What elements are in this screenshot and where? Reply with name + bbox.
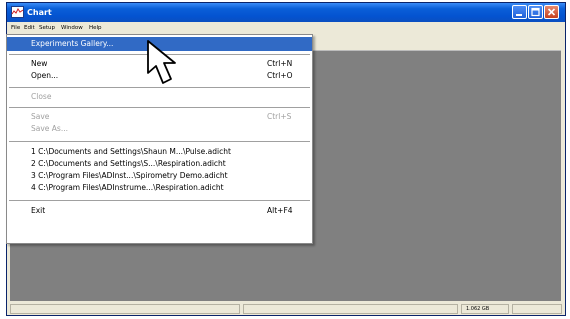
separator xyxy=(9,87,310,88)
menu-window[interactable]: Window xyxy=(61,23,83,33)
recent-file-label: 2 C:\Documents and Settings\S...\Respira… xyxy=(31,159,226,168)
close-label: Close xyxy=(31,92,52,101)
separator xyxy=(9,107,310,108)
separator xyxy=(9,141,310,142)
disk-space-text: 1.062 GB xyxy=(466,306,490,312)
status-pane-middle xyxy=(243,304,458,314)
exit-shortcut: Alt+F4 xyxy=(267,206,293,215)
menu-setup[interactable]: Setup xyxy=(39,23,55,33)
exit-label: Exit xyxy=(31,206,46,215)
mouse-pointer-icon xyxy=(147,40,176,84)
minimize-button[interactable] xyxy=(512,5,527,19)
new-shortcut: Ctrl+N xyxy=(267,59,293,68)
menu-file[interactable]: File xyxy=(11,23,20,33)
save-as-label: Save As... xyxy=(31,124,68,133)
window-title: Chart xyxy=(27,8,52,17)
recent-file-label: 3 C:\Program Files\ADInst...\Spirometry … xyxy=(31,171,228,180)
open-shortcut: Ctrl+O xyxy=(267,71,293,80)
app-icon xyxy=(11,6,24,18)
separator xyxy=(9,200,310,201)
save-label: Save xyxy=(31,112,50,121)
status-pane-main xyxy=(10,304,240,314)
minimize-icon xyxy=(516,14,522,16)
menu-help[interactable]: Help xyxy=(89,23,102,33)
title-bar[interactable]: Chart xyxy=(7,3,565,22)
close-button[interactable] xyxy=(544,5,559,19)
experiments-gallery-label: Experiments Gallery... xyxy=(31,39,114,48)
recent-file-label: 1 C:\Documents and Settings\Shaun M...\P… xyxy=(31,147,231,156)
close-icon xyxy=(547,8,556,16)
new-label: New xyxy=(31,59,48,68)
status-bar: 1.062 GB xyxy=(7,303,565,315)
open-label: Open... xyxy=(31,71,59,80)
status-pane-end xyxy=(512,304,562,314)
menu-edit[interactable]: Edit xyxy=(24,23,35,33)
save-shortcut: Ctrl+S xyxy=(267,112,292,121)
maximize-icon xyxy=(531,7,540,17)
maximize-button[interactable] xyxy=(528,5,543,19)
recent-file-label: 4 C:\Program Files\ADInstrume...\Respira… xyxy=(31,183,224,192)
